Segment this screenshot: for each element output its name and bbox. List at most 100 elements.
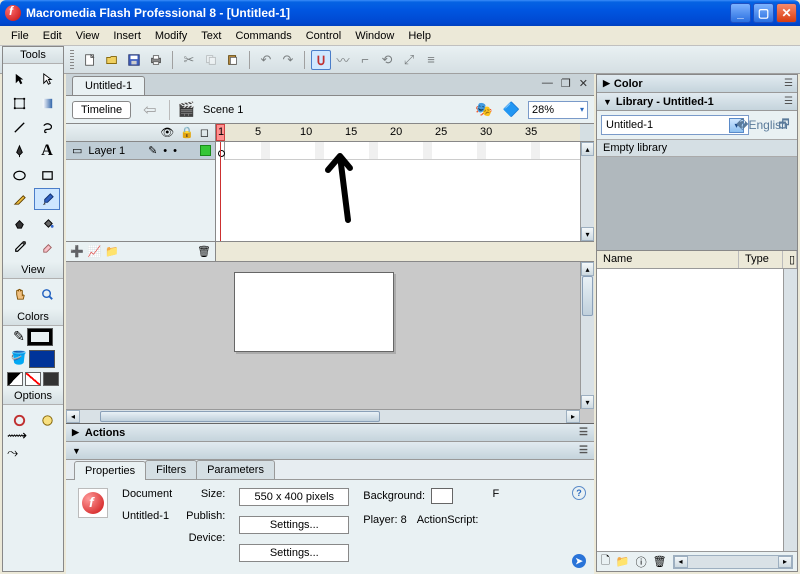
menu-help[interactable]: Help [401,28,438,44]
zoom-dropdown[interactable]: 28%▾ [528,101,588,119]
stage-vscroll[interactable]: ▴▾ [580,262,594,409]
toolbar-gripper[interactable] [70,50,74,70]
brush-tool[interactable] [34,188,60,210]
line-tool[interactable] [6,116,32,138]
minimize-button[interactable]: _ [730,3,751,23]
save-button[interactable] [124,50,144,70]
menu-modify[interactable]: Modify [148,28,194,44]
lock-icon[interactable]: 🔒 [180,126,194,139]
pin-library-button[interactable]: �English [753,115,771,135]
delete-button[interactable]: 🗑 [653,555,667,568]
scene-name[interactable]: Scene 1 [203,104,243,116]
open-button[interactable] [102,50,122,70]
paste-button[interactable] [223,50,243,70]
ink-bottle-tool[interactable] [6,212,32,234]
scale-button[interactable]: ⤢ [399,50,419,70]
insert-layer-button[interactable]: ➕ [70,245,84,258]
size-button[interactable]: 550 x 400 pixels [239,488,349,506]
panel-menu-icon[interactable]: ☰ [579,427,588,438]
close-button[interactable]: ✕ [776,3,797,23]
hand-tool[interactable] [6,283,32,305]
menu-commands[interactable]: Commands [228,28,298,44]
library-hscroll[interactable]: ◂▸ [673,555,793,569]
free-transform-tool[interactable] [6,92,32,114]
library-dropdown[interactable]: Untitled-1▾ [601,115,749,135]
oval-tool[interactable] [6,164,32,186]
selection-tool[interactable] [6,68,32,90]
eyedropper-tool[interactable] [6,236,32,258]
layer-row[interactable]: ▭ Layer 1 ✎ •• [66,142,215,160]
col-sort-icon[interactable]: ▯ [783,251,797,268]
no-color-button[interactable] [25,372,41,386]
stage-hscroll[interactable]: ◂▸ [66,409,580,423]
doc-close-icon[interactable]: ✕ [579,77,588,90]
rectangle-tool[interactable] [34,164,60,186]
maximize-button[interactable]: ▢ [753,3,774,23]
eraser-tool[interactable] [34,236,60,258]
lasso-tool[interactable] [34,116,60,138]
background-swatch[interactable] [431,488,453,504]
stage-area[interactable]: ▴▾ [66,262,594,409]
tab-properties[interactable]: Properties [74,461,146,480]
library-vscroll[interactable] [783,269,797,551]
insert-motion-guide-button[interactable]: 📈 [88,245,102,258]
properties-panel-header[interactable]: ▼ ☰ [66,442,594,460]
document-tab[interactable]: Untitled-1 [72,76,145,95]
gradient-transform-tool[interactable] [34,92,60,114]
insert-folder-button[interactable]: 📁 [105,245,119,258]
properties-button[interactable]: ⓘ [636,554,647,570]
new-library-button[interactable]: 🗗 [775,115,793,135]
library-list[interactable] [597,269,797,551]
layer-name[interactable]: Layer 1 [88,145,125,157]
advanced-toggle-icon[interactable]: ➤ [572,554,586,568]
back-button[interactable]: ⇦ [137,100,162,120]
redo-button[interactable]: ↷ [278,50,298,70]
menu-edit[interactable]: Edit [36,28,69,44]
print-button[interactable] [146,50,166,70]
cut-button[interactable]: ✂ [179,50,199,70]
edit-symbol-button[interactable]: 🔷 [501,101,522,118]
delete-layer-button[interactable]: 🗑 [197,245,211,258]
menu-insert[interactable]: Insert [106,28,148,44]
swap-colors-button[interactable] [43,372,59,386]
paint-bucket-tool[interactable] [34,212,60,234]
col-type[interactable]: Type [739,251,783,268]
menu-window[interactable]: Window [348,28,401,44]
library-panel-header[interactable]: ▼Library - Untitled-1☰ [597,93,797,111]
new-symbol-button[interactable]: 🗋 [601,552,610,571]
new-button[interactable] [80,50,100,70]
undo-button[interactable]: ↶ [256,50,276,70]
doc-minimize-icon[interactable]: — [542,77,553,90]
pen-tool[interactable] [6,140,32,162]
outline-icon[interactable]: ◻ [200,126,209,139]
brush-size-option[interactable]: ⟿ ⤳ [6,433,32,455]
stroke-color[interactable] [27,328,53,346]
device-settings-button[interactable]: Settings... [239,544,349,562]
edit-scene-button[interactable]: 🎭 [473,101,494,118]
smooth-button[interactable]: 〰 [333,50,353,70]
text-tool[interactable]: A [34,140,60,162]
stage-canvas[interactable] [234,272,394,352]
pencil-tool[interactable] [6,188,32,210]
zoom-tool[interactable] [34,283,60,305]
help-icon[interactable]: ? [572,486,586,500]
menu-file[interactable]: File [4,28,36,44]
subselection-tool[interactable] [34,68,60,90]
publish-settings-button[interactable]: Settings... [239,516,349,534]
tab-filters[interactable]: Filters [145,460,197,479]
actions-panel-header[interactable]: ▶Actions ☰ [66,424,594,442]
show-hide-icon[interactable]: 👁 [160,126,174,139]
fill-color[interactable] [29,350,55,368]
new-folder-button[interactable]: 📁 [616,555,630,568]
doc-restore-icon[interactable]: ❐ [561,77,571,90]
layer-outline-swatch[interactable] [200,145,211,156]
menu-text[interactable]: Text [194,28,228,44]
frames-area[interactable] [216,142,594,241]
panel-menu-icon[interactable]: ☰ [579,445,588,456]
col-name[interactable]: Name [597,251,739,268]
color-panel-header[interactable]: ▶Color☰ [597,75,797,93]
rotate-button[interactable]: ⟲ [377,50,397,70]
tab-parameters[interactable]: Parameters [196,460,275,479]
brush-lock-option[interactable] [34,409,60,431]
straighten-button[interactable]: ⌐ [355,50,375,70]
